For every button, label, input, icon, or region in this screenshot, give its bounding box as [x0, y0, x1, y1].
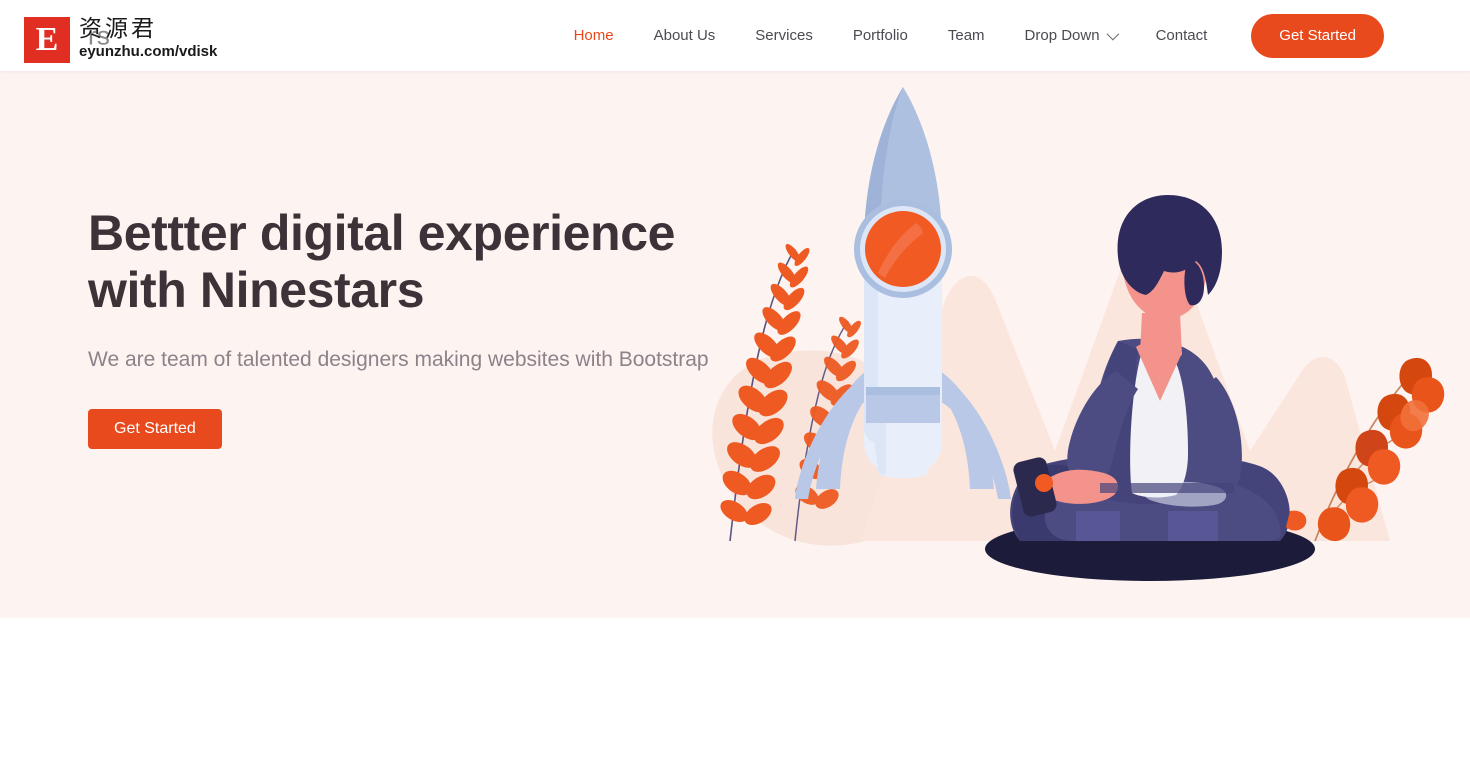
nav-item-services[interactable]: Services	[735, 19, 833, 52]
nav-item-team[interactable]: Team	[928, 19, 1005, 52]
nav-item-label: Services	[755, 27, 813, 44]
person-waistband	[1100, 483, 1234, 493]
nav-item-label: Contact	[1155, 27, 1208, 44]
hero-section: Bettter digital experience with Ninestar…	[0, 71, 1470, 618]
hero-get-started-button[interactable]: Get Started	[88, 409, 222, 449]
nav-item-portfolio[interactable]: Portfolio	[833, 19, 928, 52]
nav-item-drop-down[interactable]: Drop Down	[1005, 19, 1136, 52]
nav-item-label: Team	[947, 27, 985, 44]
page-root: rs Home About Us Services Portfolio Team…	[0, 0, 1470, 780]
hero-subtitle: We are team of talented designers making…	[88, 348, 709, 371]
person-foot-left	[1076, 511, 1120, 541]
person-neck	[1140, 313, 1182, 362]
seated-person	[1010, 195, 1307, 541]
hero-title: Bettter digital experience with Ninestar…	[88, 205, 748, 319]
rocket-band-edge	[866, 387, 940, 395]
primary-navigation: Home About Us Services Portfolio Team Dr…	[554, 13, 1384, 58]
phone-accent	[1035, 474, 1053, 492]
nav-item-label: Drop Down	[1024, 27, 1100, 44]
nav-item-about-us[interactable]: About Us	[634, 19, 736, 52]
hero-copy-block: Bettter digital experience with Ninestar…	[88, 205, 748, 449]
header-get-started-button[interactable]: Get Started	[1251, 13, 1384, 58]
hero-title-line-2: with Ninestars	[88, 262, 425, 318]
site-brand-logo[interactable]: rs	[88, 20, 110, 51]
nav-item-home[interactable]: Home	[554, 19, 634, 52]
nav-item-label: Home	[573, 27, 614, 44]
nav-item-label: Portfolio	[852, 27, 908, 44]
site-header: rs Home About Us Services Portfolio Team…	[0, 0, 1470, 71]
nav-item-label: About Us	[653, 27, 716, 44]
hero-illustration	[690, 71, 1450, 618]
nav-item-contact[interactable]: Contact	[1136, 19, 1228, 52]
person-foot-right	[1168, 511, 1218, 541]
chevron-down-icon	[1106, 27, 1119, 41]
hero-title-line-1: Bettter digital experience	[88, 205, 676, 261]
